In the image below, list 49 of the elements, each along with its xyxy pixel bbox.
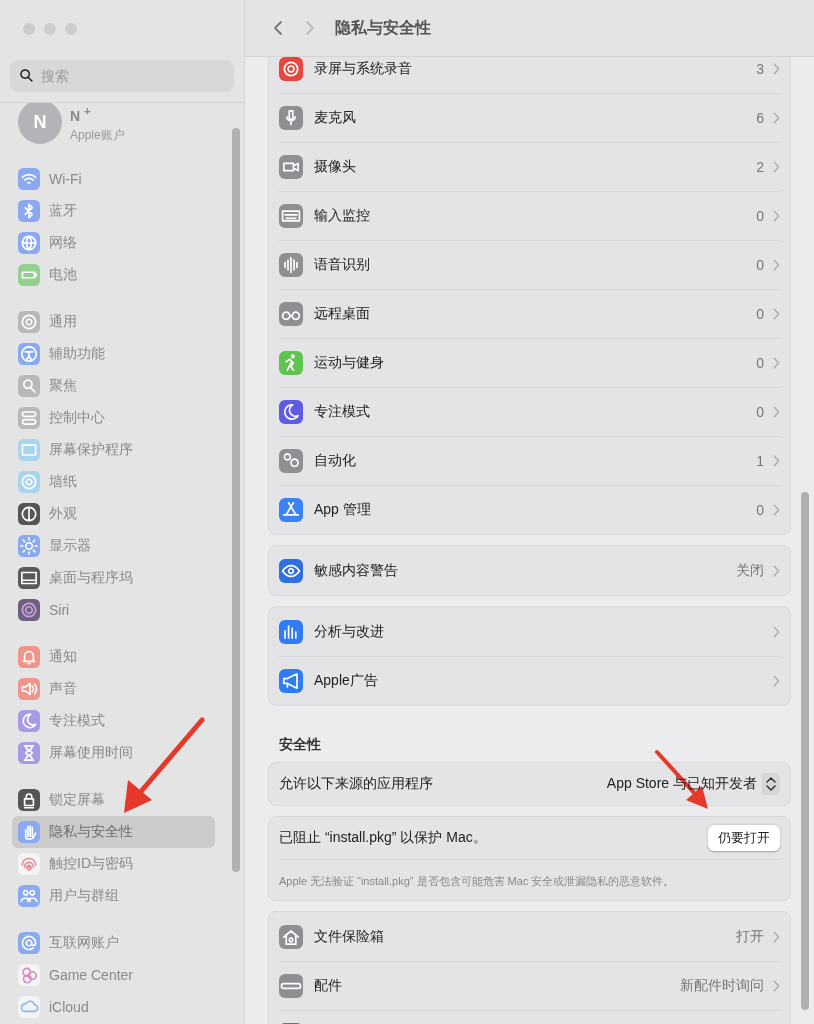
settings-row[interactable]: 配件 新配件时询问: [279, 961, 780, 1010]
settings-row[interactable]: 文件保险箱 打开: [279, 912, 780, 961]
sidebar-item[interactable]: 墙纸: [12, 466, 215, 498]
sidebar-item[interactable]: 显示器: [12, 530, 215, 562]
settings-row[interactable]: 专注模式 0: [279, 387, 780, 436]
blocked-message: 已阻止 “install.pkg” 以保护 Mac。: [279, 829, 488, 847]
sidebar-item[interactable]: 网络: [12, 227, 215, 259]
sidebar-item[interactable]: 蓝牙: [12, 195, 215, 227]
sidebar-item[interactable]: 屏幕保护程序: [12, 434, 215, 466]
settings-row[interactable]: 自动化 1: [279, 436, 780, 485]
sidebar-item[interactable]: 锁定屏幕: [12, 784, 215, 816]
sidebar-item[interactable]: 通用: [12, 306, 215, 338]
sidebar-item[interactable]: 隐私与安全性: [12, 816, 215, 848]
sidebar-item[interactable]: 桌面与程序坞: [12, 562, 215, 594]
settings-row[interactable]: 运动与健身 0: [279, 338, 780, 387]
account-name: N $^{+}$: [70, 104, 92, 124]
sidebar-item[interactable]: 聚焦: [12, 370, 215, 402]
sidebar-item[interactable]: 屏幕使用时间: [12, 737, 215, 769]
sidebar-item[interactable]: 用户与群组: [12, 880, 215, 912]
window-title: 隐私与安全性: [335, 17, 431, 38]
sidebar-item[interactable]: 辅助功能: [12, 338, 215, 370]
sidebar-item[interactable]: iCloud: [12, 991, 215, 1023]
sidebar-item[interactable]: Siri: [12, 594, 215, 626]
settings-row[interactable]: 敏感内容警告 关闭: [279, 546, 780, 595]
sidebar-item[interactable]: 控制中心: [12, 402, 215, 434]
section-heading: 安全性: [278, 735, 322, 754]
settings-row[interactable]: 麦克风 6: [279, 93, 780, 142]
account-subtitle: Apple账户: [70, 126, 125, 144]
open-anyway-button[interactable]: 仍要打开: [708, 825, 780, 851]
settings-row[interactable]: 录屏与系统录音 3: [279, 57, 780, 93]
sidebar-item[interactable]: 专注模式: [12, 705, 215, 737]
sidebar-item[interactable]: Game Center: [12, 959, 215, 991]
sidebar-item[interactable]: 电池: [12, 259, 215, 291]
sidebar-item[interactable]: 互联网账户: [12, 927, 215, 959]
settings-row[interactable]: 摄像头 2: [279, 142, 780, 191]
search-field[interactable]: 搜索: [10, 60, 234, 92]
sidebar-item[interactable]: 触控ID与密码: [12, 848, 215, 880]
sidebar-item[interactable]: 声音: [12, 673, 215, 705]
settings-row[interactable]: 输入监控 0: [279, 191, 780, 240]
settings-row[interactable]: 语音识别 0: [279, 240, 780, 289]
sidebar-item[interactable]: Wi-Fi: [12, 163, 215, 195]
sidebar-item[interactable]: 外观: [12, 498, 215, 530]
warning-detail: Apple 无法验证 “install.pkg” 是否包含可能危害 Mac 安全或泄漏隐私的恶意软件。: [279, 859, 780, 900]
settings-row[interactable]: Apple广告: [279, 656, 780, 705]
sidebar-item[interactable]: 通知: [12, 641, 215, 673]
settings-row[interactable]: 分析与改进: [279, 607, 780, 656]
avatar[interactable]: N: [18, 103, 62, 144]
settings-row[interactable]: 远程桌面 0: [279, 289, 780, 338]
settings-row[interactable]: App 管理 0: [279, 485, 780, 534]
